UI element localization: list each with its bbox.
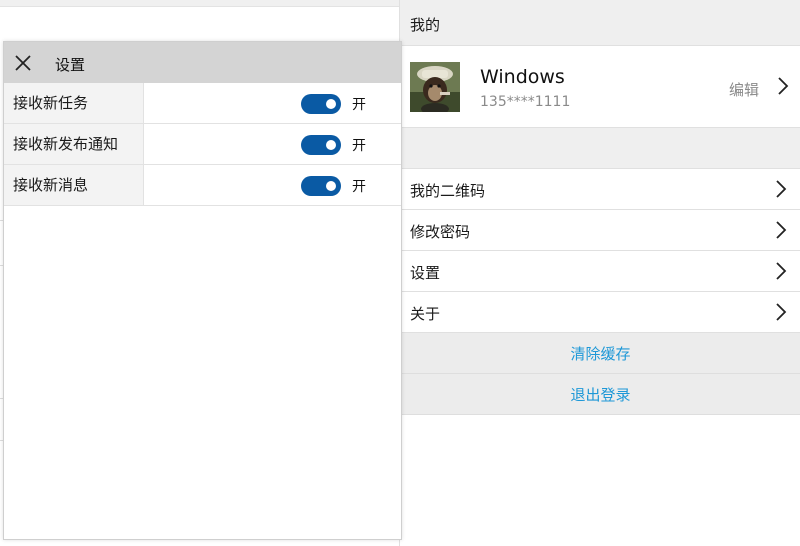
menu-item-change-password[interactable]: 修改密码 (400, 210, 800, 251)
dialog-title: 设置 (55, 56, 86, 74)
chevron-right-icon[interactable] (777, 76, 789, 96)
menu-item-qrcode[interactable]: 我的二维码 (400, 169, 800, 210)
menu-item-label: 我的二维码 (410, 182, 486, 200)
new-notice-toggle[interactable] (301, 135, 341, 155)
setting-label: 接收新发布通知 (4, 124, 144, 164)
setting-label: 接收新任务 (4, 83, 144, 123)
toggle-knob (326, 181, 336, 191)
toggle-state-label: 开 (352, 138, 366, 154)
panel-title: 我的 (400, 0, 800, 46)
monkey-avatar-icon (410, 62, 460, 112)
setting-row-new-task: 接收新任务 开 (4, 83, 401, 124)
setting-label: 接收新消息 (4, 165, 144, 205)
menu-item-about[interactable]: 关于 (400, 292, 800, 333)
menu-item-settings[interactable]: 设置 (400, 251, 800, 292)
section-spacer (400, 128, 800, 169)
menu-item-label: 设置 (410, 264, 441, 282)
dialog-titlebar: 设置 (4, 42, 401, 83)
profile-name: Windows (480, 66, 565, 88)
profile-panel: 我的 Windows 135****1111 编辑 我的二维码 修改密码 设置 … (399, 0, 800, 546)
chevron-right-icon (776, 221, 787, 239)
menu-item-label: 关于 (410, 305, 441, 323)
setting-row-new-notice: 接收新发布通知 开 (4, 124, 401, 165)
toggle-state-label: 开 (352, 179, 366, 195)
chevron-right-icon (776, 262, 787, 280)
new-message-toggle[interactable] (301, 176, 341, 196)
menu-item-label: 修改密码 (410, 223, 471, 241)
clear-cache-button[interactable]: 清除缓存 (400, 333, 800, 374)
profile-card[interactable]: Windows 135****1111 编辑 (400, 46, 800, 128)
profile-phone: 135****1111 (480, 94, 571, 110)
background-topbar (0, 0, 399, 7)
chevron-right-icon (776, 303, 787, 321)
settings-dialog: 设置 接收新任务 开 接收新发布通知 开 接收新消息 开 (3, 41, 402, 540)
toggle-state-label: 开 (352, 97, 366, 113)
new-task-toggle[interactable] (301, 94, 341, 114)
logout-button[interactable]: 退出登录 (400, 374, 800, 415)
chevron-right-icon (776, 180, 787, 198)
edit-profile-link[interactable]: 编辑 (729, 79, 759, 100)
setting-row-new-message: 接收新消息 开 (4, 165, 401, 206)
close-icon[interactable] (14, 54, 32, 72)
toggle-knob (326, 99, 336, 109)
toggle-knob (326, 140, 336, 150)
avatar (410, 62, 460, 112)
